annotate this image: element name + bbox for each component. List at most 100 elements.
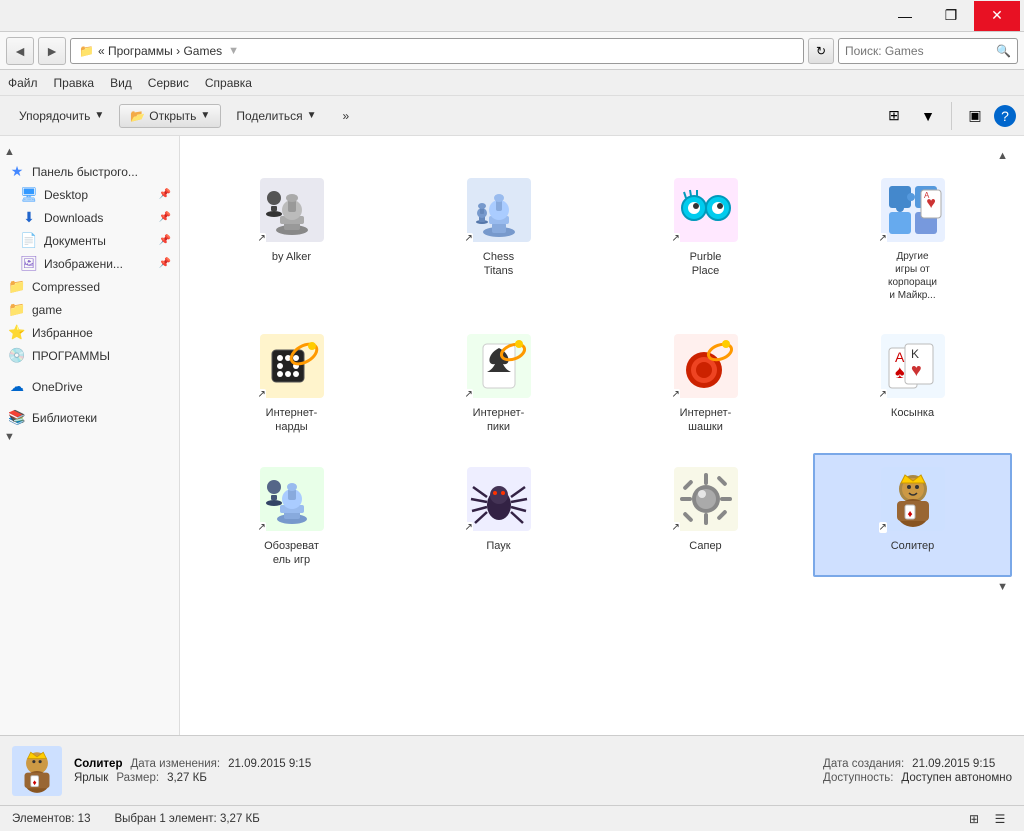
scroll-up-arrow[interactable]: ▲ [997, 150, 1008, 162]
sidebar-item-desktop[interactable]: 🖥 Desktop 📌 [0, 183, 179, 206]
piki-shortcut: ↗ [465, 389, 473, 400]
sidebar-label-quickaccess: Панель быстрого... [32, 165, 171, 179]
preview-pane-button[interactable]: ▣ [960, 102, 990, 130]
sidebar-item-images[interactable]: 🖼 Изображени... 📌 [0, 252, 179, 275]
file-grid: ↗ by Alker [192, 164, 1012, 577]
sidebar-label-favorites: Избранное [32, 326, 171, 340]
sidebar-item-quickaccess[interactable]: ★ Панель быстрого... [0, 160, 179, 183]
file-saper[interactable]: ↗ Сапер [606, 453, 805, 578]
status-created-value: 21.09.2015 9:15 [912, 758, 995, 770]
scroll-down-arrow[interactable]: ▼ [997, 581, 1008, 593]
more-button[interactable]: » [332, 104, 361, 128]
sidebar: ▲ ★ Панель быстрого... 🖥 Desktop 📌 ⬇ Dow… [0, 136, 180, 735]
svg-text:♦: ♦ [33, 778, 37, 787]
search-input[interactable] [845, 44, 996, 58]
chess-titans-icon [467, 178, 531, 242]
shashki-icon [674, 334, 738, 398]
file-label-nardi: Интернет-нарды [266, 406, 318, 435]
sidebar-item-game[interactable]: 📁 game [0, 298, 179, 321]
file-nardi[interactable]: ↗ Интернет-нарды [192, 320, 391, 445]
status-availability-value: Доступен автономно [901, 772, 1012, 784]
title-bar: — ❐ ✕ [0, 0, 1024, 32]
bottom-list-view[interactable]: ☰ [988, 809, 1012, 829]
status-right: Дата создания: 21.09.2015 9:15 Доступнос… [823, 758, 1012, 784]
desktop-icon: 🖥 [20, 186, 38, 203]
open-arrow: ▼ [200, 110, 210, 121]
file-kosinka[interactable]: A ♠ K ♥ ↗ Косынка [813, 320, 1012, 445]
onedrive-icon: ☁ [8, 378, 26, 395]
file-by-alker[interactable]: ↗ by Alker [192, 164, 391, 312]
file-label-pauk: Паук [486, 539, 510, 553]
path-arrow: ▼ [228, 45, 239, 57]
toolbar-separator [951, 102, 952, 130]
sidebar-item-compressed[interactable]: 📁 Compressed [0, 275, 179, 298]
file-chess-titans[interactable]: ↗ ChessTitans [399, 164, 598, 312]
file-piki[interactable]: ↗ Интернет-пики [399, 320, 598, 445]
file-label-kosinka: Косынка [891, 406, 934, 420]
svg-text:♠: ♠ [895, 362, 905, 382]
downloads-pin: 📌 [159, 212, 171, 223]
search-icon[interactable]: 🔍 [996, 44, 1011, 58]
file-label-chess-titans: ChessTitans [483, 250, 514, 279]
status-bar: ♦ Солитер Дата изменения: 21.09.2015 9:1… [0, 735, 1024, 805]
purble-shortcut: ↗ [672, 233, 680, 244]
open-button[interactable]: 📂 Открыть ▼ [119, 104, 221, 128]
bottom-grid-view[interactable]: ⊞ [962, 809, 986, 829]
status-info: Солитер Дата изменения: 21.09.2015 9:15 … [74, 758, 811, 784]
search-box[interactable]: 🔍 [838, 38, 1018, 64]
sidebar-item-documents[interactable]: 📄 Документы 📌 [0, 229, 179, 252]
menu-edit[interactable]: Правка [54, 76, 95, 90]
view-dropdown-button[interactable]: ▼ [913, 102, 943, 130]
sidebar-item-onedrive[interactable]: ☁ OneDrive [0, 375, 179, 398]
file-other-ms[interactable]: ♥ A ↗ Другиеигры откорпорации Майкр... [813, 164, 1012, 312]
menu-service[interactable]: Сервис [148, 76, 189, 90]
status-size-label: Размер: [116, 772, 159, 784]
address-path[interactable]: 📁 « Программы › Games ▼ [70, 38, 804, 64]
sidebar-item-favorites[interactable]: ⭐ Избранное [0, 321, 179, 344]
items-count: Элементов: 13 [12, 813, 90, 825]
view-grid-button[interactable]: ⊞ [879, 102, 909, 130]
images-icon: 🖼 [20, 255, 38, 272]
sidebar-item-programs[interactable]: 💿 ПРОГРАММЫ [0, 344, 179, 367]
file-soliter[interactable]: ♦ ↗ Солитер [813, 453, 1012, 578]
back-button[interactable]: ◄ [6, 37, 34, 65]
file-obozrev[interactable]: ↗ Обозреватель игр [192, 453, 391, 578]
sidebar-label-desktop: Desktop [44, 188, 153, 202]
file-shashki[interactable]: ↗ Интернет-шашки [606, 320, 805, 445]
kosinka-shortcut: ↗ [879, 389, 887, 400]
sidebar-label-libraries: Библиотеки [32, 411, 171, 425]
status-modified-label: Дата изменения: [130, 758, 220, 770]
file-label-soliter: Солитер [891, 539, 935, 553]
share-arrow: ▼ [307, 110, 317, 121]
minimize-button[interactable]: — [882, 1, 928, 31]
by-alker-shortcut: ↗ [258, 233, 266, 244]
menu-file[interactable]: Файл [8, 76, 38, 90]
file-label-other-ms: Другиеигры откорпорации Майкр... [888, 250, 937, 302]
close-button[interactable]: ✕ [974, 1, 1020, 31]
file-pauk[interactable]: ↗ Паук [399, 453, 598, 578]
menu-help[interactable]: Справка [205, 76, 252, 90]
file-purble-place[interactable]: ↗ PurblePlace [606, 164, 805, 312]
svg-text:A: A [924, 191, 930, 200]
forward-button[interactable]: ► [38, 37, 66, 65]
content-area: ▲ [180, 136, 1024, 735]
folder-icon: 📁 [79, 44, 94, 58]
sidebar-item-libraries[interactable]: 📚 Библиотеки [0, 406, 179, 429]
kosinka-icon: A ♠ K ♥ [881, 334, 945, 398]
refresh-button[interactable]: ↻ [808, 38, 834, 64]
nardi-icon [260, 334, 324, 398]
file-label-purble: PurblePlace [690, 250, 722, 279]
images-pin: 📌 [159, 258, 171, 269]
status-availability-label: Доступность: [823, 772, 893, 784]
share-label: Поделиться [236, 109, 302, 123]
menu-view[interactable]: Вид [110, 76, 132, 90]
svg-text:♥: ♥ [911, 360, 922, 380]
maximize-button[interactable]: ❐ [928, 1, 974, 31]
share-button[interactable]: Поделиться ▼ [225, 104, 327, 128]
help-button[interactable]: ? [994, 105, 1016, 127]
organize-button[interactable]: Упорядочить ▼ [8, 104, 115, 128]
sidebar-label-onedrive: OneDrive [32, 380, 171, 394]
file-label-piki: Интернет-пики [473, 406, 525, 435]
documents-icon: 📄 [20, 232, 38, 249]
sidebar-item-downloads[interactable]: ⬇ Downloads 📌 [0, 206, 179, 229]
